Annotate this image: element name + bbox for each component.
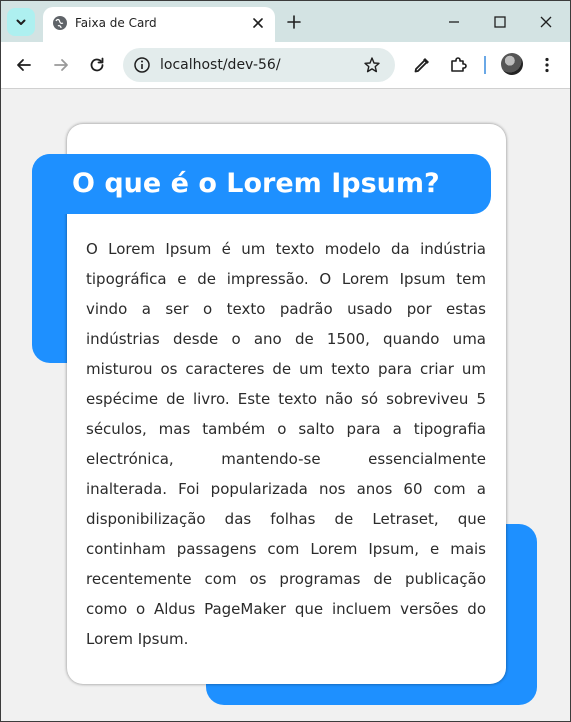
eyedropper-icon[interactable] [412, 55, 432, 75]
tab-title: Faixa de Card [75, 16, 157, 30]
close-icon[interactable] [537, 13, 555, 31]
puzzle-icon[interactable] [448, 55, 468, 75]
maximize-icon[interactable] [491, 13, 509, 31]
card-title: O que é o Lorem Ipsum? [72, 168, 440, 199]
arrow-left-icon[interactable] [14, 55, 34, 75]
more-vertical-icon[interactable] [537, 55, 557, 75]
star-icon[interactable] [363, 56, 381, 74]
page-viewport: O que é o Lorem Ipsum? O Lorem Ipsum é u… [1, 89, 570, 721]
toolbar-separator [484, 56, 486, 74]
minimize-icon[interactable] [445, 13, 463, 31]
arrow-right-icon[interactable] [51, 55, 71, 75]
reload-icon[interactable] [87, 55, 107, 75]
close-icon[interactable] [250, 15, 266, 31]
tab-active[interactable]: Faixa de Card [43, 7, 275, 42]
globe-icon [53, 16, 67, 30]
avatar[interactable] [501, 53, 523, 75]
browser-toolbar: localhost/dev-56/ [1, 42, 570, 89]
browser-window: Faixa de Card localhost/dev-56/ O que é … [0, 0, 571, 722]
tab-search-button[interactable] [7, 8, 35, 36]
plus-icon[interactable] [285, 13, 303, 31]
info-icon[interactable] [133, 56, 151, 74]
address-bar[interactable]: localhost/dev-56/ [123, 48, 395, 82]
tab-strip: Faixa de Card [1, 1, 570, 42]
url-text[interactable]: localhost/dev-56/ [160, 57, 281, 73]
card-body-text: O Lorem Ipsum é um texto modelo da indús… [86, 240, 486, 648]
chevron-down-icon [16, 19, 26, 25]
